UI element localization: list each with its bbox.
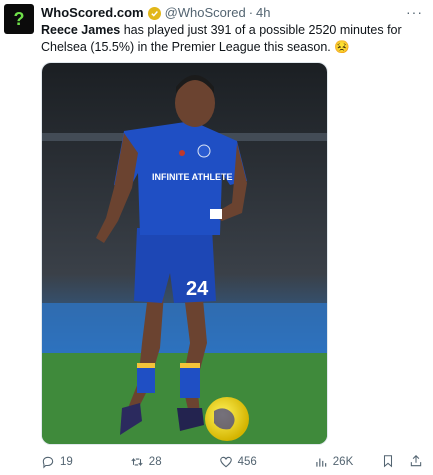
verified-icon [147,6,161,20]
reply-button[interactable]: 19 [41,455,73,469]
tweet-header: WhoScored.com @WhoScored · 4h [41,5,425,21]
share-icon [410,454,422,466]
like-icon [219,456,232,468]
repost-count: 28 [148,456,162,468]
like-count: 456 [237,456,257,468]
emoji: 😣 [334,40,350,54]
reply-count: 19 [60,456,73,468]
player-photo: INFINITE ATHLETE 24 [42,63,327,444]
display-name[interactable]: WhoScored.com [41,5,144,21]
reply-icon [42,456,54,469]
mentioned-player: Reece James [41,23,121,37]
account-avatar[interactable]: ? [4,4,34,34]
shirt-sponsor: INFINITE ATHLETE [152,172,233,182]
avatar-glyph: ? [13,8,25,29]
share-button[interactable] [409,454,423,471]
views-count: 26K [332,456,354,468]
repost-button[interactable]: 28 [130,455,162,469]
shirt-number: 24 [186,278,209,300]
tweet-text: Reece James has played just 391 of a pos… [41,22,411,56]
handle[interactable]: @WhoScored [165,5,246,21]
repost-icon [131,457,143,467]
separator: · [248,5,254,20]
tweet-image[interactable]: INFINITE ATHLETE 24 [41,62,328,445]
right-actions [381,454,423,471]
views-button[interactable]: 26K [314,455,353,469]
like-button[interactable]: 456 [219,455,257,469]
timestamp[interactable]: 4h [256,5,270,21]
tweet-actions: 19 28 456 26K [41,453,423,471]
views-icon [316,458,327,467]
bookmark-icon [383,454,393,467]
bookmark-button[interactable] [381,454,395,471]
more-icon[interactable]: ··· [406,4,423,20]
